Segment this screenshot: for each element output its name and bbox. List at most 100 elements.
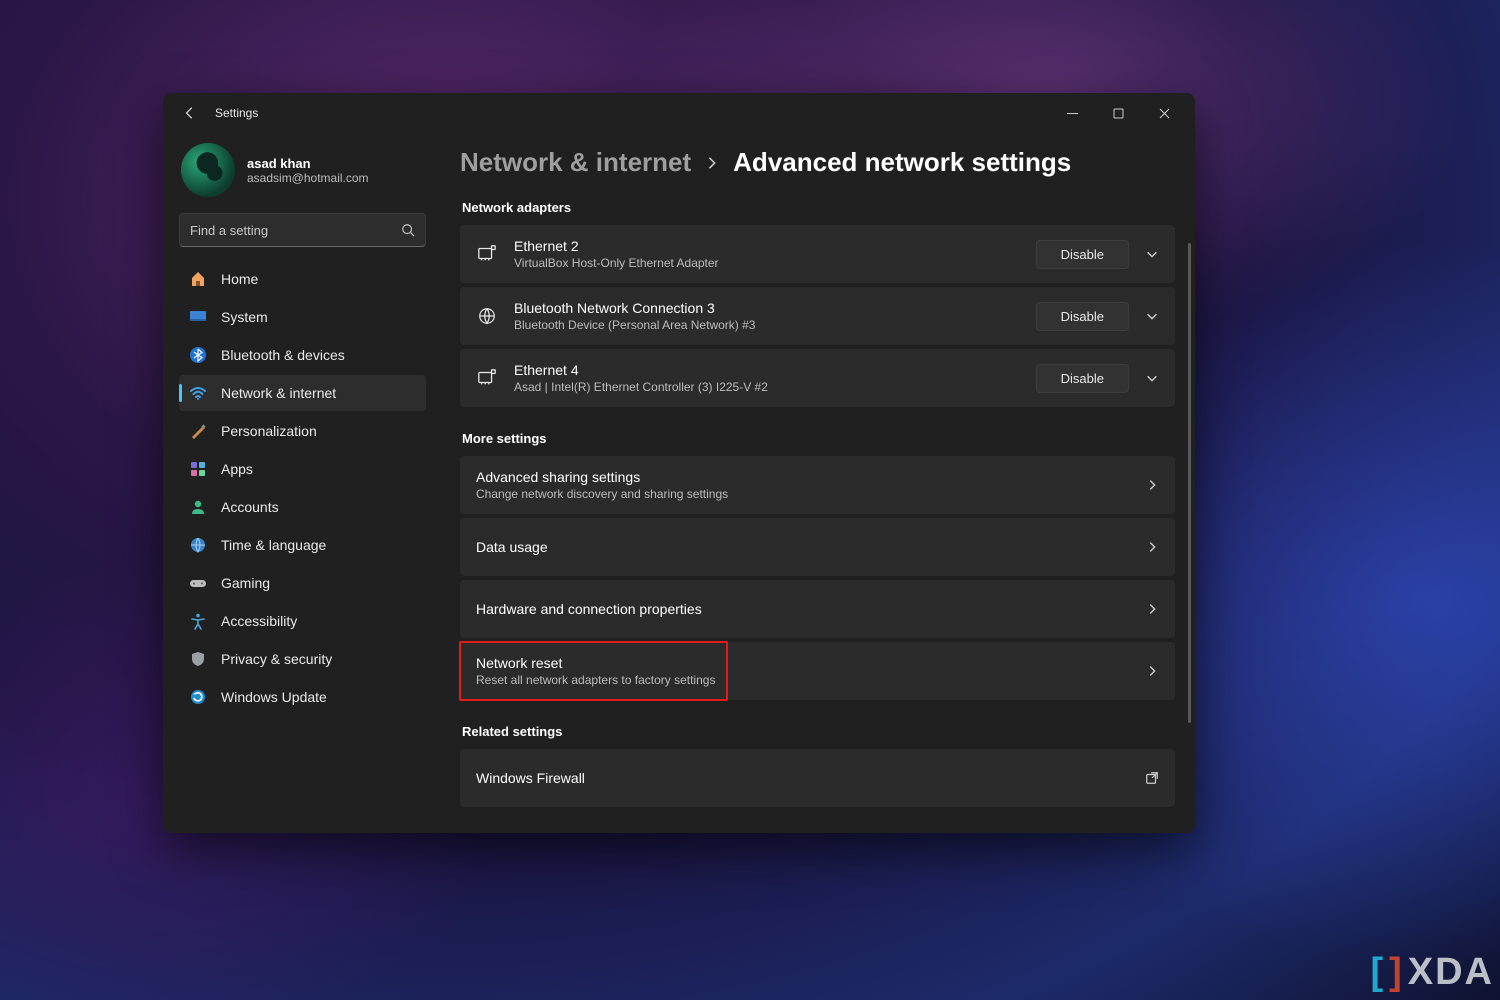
sidebar-item-apps[interactable]: Apps xyxy=(179,451,426,487)
bluetooth-icon xyxy=(189,346,207,364)
adapter-card[interactable]: Ethernet 4 Asad | Intel(R) Ethernet Cont… xyxy=(460,349,1175,407)
bluetooth-globe-icon xyxy=(476,305,498,327)
close-button[interactable] xyxy=(1141,97,1187,129)
chevron-right-icon xyxy=(1145,664,1159,678)
sidebar-item-home[interactable]: Home xyxy=(179,261,426,297)
sidebar-item-accounts[interactable]: Accounts xyxy=(179,489,426,525)
search-box[interactable] xyxy=(179,213,426,247)
accessibility-icon xyxy=(189,612,207,630)
watermark: []XDA xyxy=(1370,951,1494,994)
maximize-button[interactable] xyxy=(1095,97,1141,129)
sidebar-item-label: Windows Update xyxy=(221,689,327,705)
section-more-title: More settings xyxy=(462,431,1175,446)
sidebar-item-label: Gaming xyxy=(221,575,270,591)
setting-title: Data usage xyxy=(476,539,548,555)
disable-button[interactable]: Disable xyxy=(1036,240,1129,269)
disable-button[interactable]: Disable xyxy=(1036,364,1129,393)
chevron-right-icon xyxy=(1145,602,1159,616)
sidebar-item-system[interactable]: System xyxy=(179,299,426,335)
breadcrumb-parent[interactable]: Network & internet xyxy=(460,147,691,178)
sidebar-item-label: Network & internet xyxy=(221,385,336,401)
profile-email: asadsim@hotmail.com xyxy=(247,171,369,185)
page-title: Advanced network settings xyxy=(733,147,1071,178)
search-icon xyxy=(401,223,415,237)
chevron-right-icon xyxy=(1145,540,1159,554)
sidebar-item-label: Privacy & security xyxy=(221,651,332,667)
sidebar-item-label: Accessibility xyxy=(221,613,297,629)
setting-hardware-properties[interactable]: Hardware and connection properties xyxy=(460,580,1175,638)
disable-button[interactable]: Disable xyxy=(1036,302,1129,331)
sidebar-item-label: Bluetooth & devices xyxy=(221,347,345,363)
system-icon xyxy=(189,308,207,326)
chevron-right-icon xyxy=(1145,478,1159,492)
sidebar-nav: Home System Bluetooth & devices Network … xyxy=(179,261,426,715)
settings-window: Settings asad khan asadsim@hotmail.com xyxy=(163,93,1195,833)
adapter-card[interactable]: Bluetooth Network Connection 3 Bluetooth… xyxy=(460,287,1175,345)
sidebar-item-privacy[interactable]: Privacy & security xyxy=(179,641,426,677)
setting-title: Advanced sharing settings xyxy=(476,469,728,485)
chevron-down-icon[interactable] xyxy=(1145,247,1159,261)
setting-network-reset[interactable]: Network reset Reset all network adapters… xyxy=(460,642,1175,700)
section-related-title: Related settings xyxy=(462,724,1175,739)
sidebar: asad khan asadsim@hotmail.com Home Syste… xyxy=(163,133,438,833)
chevron-down-icon[interactable] xyxy=(1145,371,1159,385)
adapter-title: Bluetooth Network Connection 3 xyxy=(514,300,755,316)
minimize-button[interactable] xyxy=(1049,97,1095,129)
window-title: Settings xyxy=(215,106,258,120)
chevron-down-icon[interactable] xyxy=(1145,309,1159,323)
setting-sub: Reset all network adapters to factory se… xyxy=(476,673,715,687)
more-settings-list: Advanced sharing settings Change network… xyxy=(460,456,1175,700)
main-content: Network & internet Advanced network sett… xyxy=(438,133,1195,833)
adapters-list: Ethernet 2 VirtualBox Host-Only Ethernet… xyxy=(460,225,1175,407)
sidebar-item-label: Apps xyxy=(221,461,253,477)
breadcrumb: Network & internet Advanced network sett… xyxy=(460,147,1175,178)
sidebar-item-personalization[interactable]: Personalization xyxy=(179,413,426,449)
section-adapters-title: Network adapters xyxy=(462,200,1175,215)
chevron-right-icon xyxy=(705,156,719,170)
search-input[interactable] xyxy=(190,223,401,238)
setting-title: Network reset xyxy=(476,655,715,671)
sidebar-item-label: Time & language xyxy=(221,537,326,553)
adapter-title: Ethernet 2 xyxy=(514,238,719,254)
adapter-title: Ethernet 4 xyxy=(514,362,768,378)
setting-windows-firewall[interactable]: Windows Firewall xyxy=(460,749,1175,807)
apps-icon xyxy=(189,460,207,478)
adapter-card[interactable]: Ethernet 2 VirtualBox Host-Only Ethernet… xyxy=(460,225,1175,283)
sidebar-item-label: Accounts xyxy=(221,499,279,515)
update-icon xyxy=(189,688,207,706)
person-icon xyxy=(189,498,207,516)
gamepad-icon xyxy=(189,574,207,592)
sidebar-item-bluetooth[interactable]: Bluetooth & devices xyxy=(179,337,426,373)
sidebar-item-update[interactable]: Windows Update xyxy=(179,679,426,715)
setting-sub: Change network discovery and sharing set… xyxy=(476,487,728,501)
related-list: Windows Firewall xyxy=(460,749,1175,807)
sidebar-item-gaming[interactable]: Gaming xyxy=(179,565,426,601)
profile-block[interactable]: asad khan asadsim@hotmail.com xyxy=(179,139,426,213)
setting-title: Windows Firewall xyxy=(476,770,585,786)
globe-clock-icon xyxy=(189,536,207,554)
profile-name: asad khan xyxy=(247,156,369,171)
ethernet-icon xyxy=(476,243,498,265)
wifi-icon xyxy=(189,384,207,402)
titlebar: Settings xyxy=(163,93,1195,133)
shield-icon xyxy=(189,650,207,668)
open-external-icon xyxy=(1145,771,1159,785)
paintbrush-icon xyxy=(189,422,207,440)
avatar xyxy=(181,143,235,197)
setting-advanced-sharing[interactable]: Advanced sharing settings Change network… xyxy=(460,456,1175,514)
home-icon xyxy=(189,270,207,288)
scrollbar[interactable] xyxy=(1188,243,1191,723)
sidebar-item-time[interactable]: Time & language xyxy=(179,527,426,563)
setting-title: Hardware and connection properties xyxy=(476,601,702,617)
adapter-sub: VirtualBox Host-Only Ethernet Adapter xyxy=(514,256,719,270)
adapter-sub: Bluetooth Device (Personal Area Network)… xyxy=(514,318,755,332)
back-button[interactable] xyxy=(171,94,209,132)
adapter-sub: Asad | Intel(R) Ethernet Controller (3) … xyxy=(514,380,768,394)
sidebar-item-network[interactable]: Network & internet xyxy=(179,375,426,411)
sidebar-item-label: System xyxy=(221,309,268,325)
sidebar-item-accessibility[interactable]: Accessibility xyxy=(179,603,426,639)
sidebar-item-label: Home xyxy=(221,271,258,287)
setting-data-usage[interactable]: Data usage xyxy=(460,518,1175,576)
ethernet-icon xyxy=(476,367,498,389)
sidebar-item-label: Personalization xyxy=(221,423,317,439)
